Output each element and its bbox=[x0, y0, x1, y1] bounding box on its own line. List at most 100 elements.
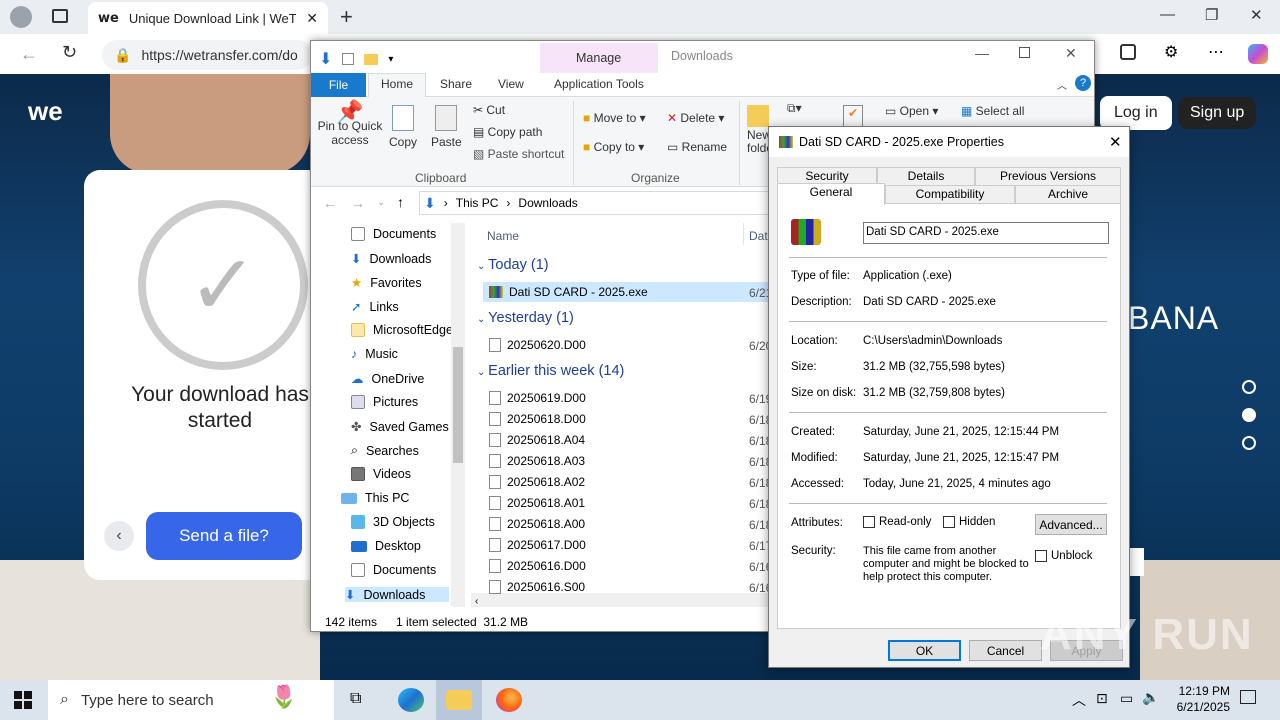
nav-item-microsoftedge[interactable]: MicrosoftEdge bbox=[351, 323, 453, 337]
taskbar-clock[interactable]: 12:19 PM 6/21/2025 bbox=[1160, 683, 1230, 715]
notifications-icon[interactable] bbox=[1240, 690, 1256, 704]
collapse-ribbon-icon[interactable]: ︿ bbox=[1057, 77, 1067, 92]
task-view-icon[interactable]: ⧉ bbox=[350, 690, 361, 708]
file-row[interactable]: 20250618.A03 bbox=[489, 454, 585, 468]
nav-item-pictures[interactable]: Pictures bbox=[351, 395, 418, 409]
tab-view[interactable]: View bbox=[498, 77, 524, 91]
group-today[interactable]: ⌄ Today (1) bbox=[477, 257, 549, 273]
group-this-week[interactable]: ⌄ Earlier this week (14) bbox=[477, 363, 624, 379]
tab-application-tools[interactable]: Application Tools bbox=[554, 77, 644, 91]
ok-button[interactable]: OK bbox=[888, 640, 961, 661]
network-icon[interactable]: ▭ bbox=[1120, 690, 1133, 707]
copy-button[interactable]: Copy bbox=[389, 105, 417, 149]
nav-item-music[interactable]: ♪ Music bbox=[351, 347, 398, 361]
breadcrumb-this-pc[interactable]: This PC bbox=[456, 196, 499, 210]
cut-button[interactable]: ✂ Cut bbox=[473, 103, 505, 117]
login-button[interactable]: Log in bbox=[1100, 96, 1172, 130]
slide-dot[interactable] bbox=[1242, 436, 1256, 450]
file-row[interactable]: 20250618.A02 bbox=[489, 475, 585, 489]
file-explorer-taskbar-icon[interactable] bbox=[446, 690, 472, 710]
file-row[interactable]: 20250618.A01 bbox=[489, 496, 585, 510]
scroll-left-icon[interactable]: ‹ bbox=[471, 596, 478, 607]
breadcrumb-downloads[interactable]: Downloads bbox=[518, 196, 577, 210]
chevron-left-icon[interactable]: ‹ bbox=[104, 521, 134, 551]
filename-field[interactable]: Dati SD CARD - 2025.exe bbox=[863, 222, 1109, 244]
advanced-button[interactable]: Advanced... bbox=[1035, 514, 1107, 535]
file-row[interactable]: 20250616.S00 bbox=[489, 580, 585, 594]
delete-button[interactable]: ✕ Delete ▾ bbox=[667, 111, 724, 125]
profile-icon[interactable] bbox=[10, 6, 32, 28]
nav-item-searches[interactable]: ⌕ Searches bbox=[351, 443, 419, 458]
signup-button[interactable]: Sign up bbox=[1178, 97, 1257, 129]
nav-item-3d-objects[interactable]: 3D Objects bbox=[351, 515, 435, 529]
nav-item-desktop[interactable]: Desktop bbox=[351, 539, 421, 553]
dropdown-icon[interactable]: ▾ bbox=[388, 54, 393, 65]
forward-nav-icon[interactable]: → bbox=[351, 195, 365, 211]
recent-locations-icon[interactable]: ⌄ bbox=[377, 197, 385, 208]
back-nav-icon[interactable]: ← bbox=[323, 195, 337, 211]
nav-item-documents-pc[interactable]: Documents bbox=[351, 563, 436, 577]
nav-item-favorites[interactable]: ★ Favorites bbox=[351, 275, 422, 291]
nav-item-downloads[interactable]: ⬇ Downloads bbox=[351, 251, 431, 267]
select-all-button[interactable]: ▦ Select all bbox=[961, 104, 1024, 118]
cancel-button[interactable]: Cancel bbox=[969, 640, 1042, 661]
copilot-icon[interactable] bbox=[1248, 44, 1268, 64]
tab-share[interactable]: Share bbox=[440, 77, 472, 91]
nav-item-documents[interactable]: Documents bbox=[351, 227, 436, 241]
tray-device-icon[interactable]: ⊡ bbox=[1096, 690, 1108, 707]
dialog-close-icon[interactable]: ✕ bbox=[1109, 133, 1122, 151]
copy-to-button[interactable]: ■ Copy to ▾ bbox=[583, 140, 644, 154]
slide-dot-active[interactable] bbox=[1242, 408, 1256, 422]
send-file-button[interactable]: Send a file? bbox=[146, 512, 302, 560]
group-yesterday[interactable]: ⌄ Yesterday (1) bbox=[477, 310, 574, 326]
rename-button[interactable]: ▭ Rename bbox=[667, 140, 727, 154]
tab-previous-versions[interactable]: Previous Versions bbox=[975, 167, 1121, 185]
back-icon[interactable]: ← bbox=[20, 44, 38, 65]
explorer-minimize-icon[interactable]: — bbox=[975, 45, 989, 61]
close-tab-icon[interactable]: ✕ bbox=[306, 10, 318, 27]
help-icon[interactable]: ? bbox=[1075, 75, 1091, 91]
url-field[interactable]: 🔒 https://wetransfer.com/do bbox=[102, 40, 312, 70]
folder-icon[interactable] bbox=[364, 53, 379, 65]
pin-quick-access-button[interactable]: 📌 Pin to Quick access bbox=[317, 101, 383, 148]
column-name[interactable]: Name bbox=[487, 229, 519, 243]
hidden-checkbox[interactable]: Hidden bbox=[943, 516, 995, 528]
tray-chevron-icon[interactable]: ︿ bbox=[1072, 690, 1086, 710]
tab-actions-icon[interactable] bbox=[52, 9, 68, 23]
explorer-maximize-icon[interactable] bbox=[1019, 47, 1030, 58]
up-icon[interactable]: ↑ bbox=[397, 194, 404, 210]
new-item-icon[interactable]: ⧉▾ bbox=[787, 101, 802, 116]
nav-item-videos[interactable]: Videos bbox=[351, 467, 411, 481]
h-scrollbar[interactable]: ‹ bbox=[471, 593, 771, 607]
close-window-icon[interactable]: ✕ bbox=[1250, 6, 1263, 24]
collections-icon[interactable] bbox=[1120, 44, 1136, 60]
file-row[interactable]: 20250618.A00 bbox=[489, 517, 585, 531]
extensions-icon[interactable]: ⚙ bbox=[1164, 42, 1178, 62]
tab-archive[interactable]: Archive bbox=[1015, 185, 1121, 203]
edge-icon[interactable] bbox=[398, 688, 424, 712]
file-row[interactable]: 20250618.A04 bbox=[489, 433, 585, 447]
file-row[interactable]: 20250616.D00 bbox=[489, 559, 586, 573]
new-folder-button[interactable]: New folder bbox=[747, 105, 769, 155]
nav-item-saved-games[interactable]: ✤ Saved Games bbox=[351, 419, 449, 435]
unblock-checkbox[interactable]: Unblock bbox=[1035, 550, 1093, 562]
nav-scroll-thumb[interactable] bbox=[453, 347, 463, 463]
refresh-icon[interactable]: ↻ bbox=[62, 42, 77, 63]
more-icon[interactable]: ⋯ bbox=[1208, 42, 1224, 62]
nav-item-links[interactable]: ➚ Links bbox=[351, 299, 399, 315]
volume-icon[interactable]: 🔈 bbox=[1142, 689, 1159, 706]
move-to-button[interactable]: ■ Move to ▾ bbox=[583, 111, 646, 125]
minimize-icon[interactable]: — bbox=[1160, 6, 1175, 23]
maximize-icon[interactable]: ❐ bbox=[1205, 6, 1218, 24]
open-button[interactable]: ▭ Open ▾ bbox=[885, 104, 938, 118]
properties-icon-large[interactable]: ✔ bbox=[843, 105, 863, 127]
nav-item-onedrive[interactable]: ☁ OneDrive bbox=[351, 371, 424, 387]
paste-shortcut-button[interactable]: ▧ Paste shortcut bbox=[473, 147, 564, 161]
tab-file[interactable]: File bbox=[311, 73, 366, 97]
firefox-icon[interactable] bbox=[496, 688, 522, 712]
new-tab-button[interactable]: + bbox=[340, 4, 353, 30]
tab-details[interactable]: Details bbox=[877, 167, 975, 185]
copy-path-button[interactable]: ▤ Copy path bbox=[473, 125, 542, 139]
file-row[interactable]: 20250620.D00 bbox=[489, 338, 586, 352]
file-row[interactable]: 20250619.D00 bbox=[489, 391, 586, 405]
